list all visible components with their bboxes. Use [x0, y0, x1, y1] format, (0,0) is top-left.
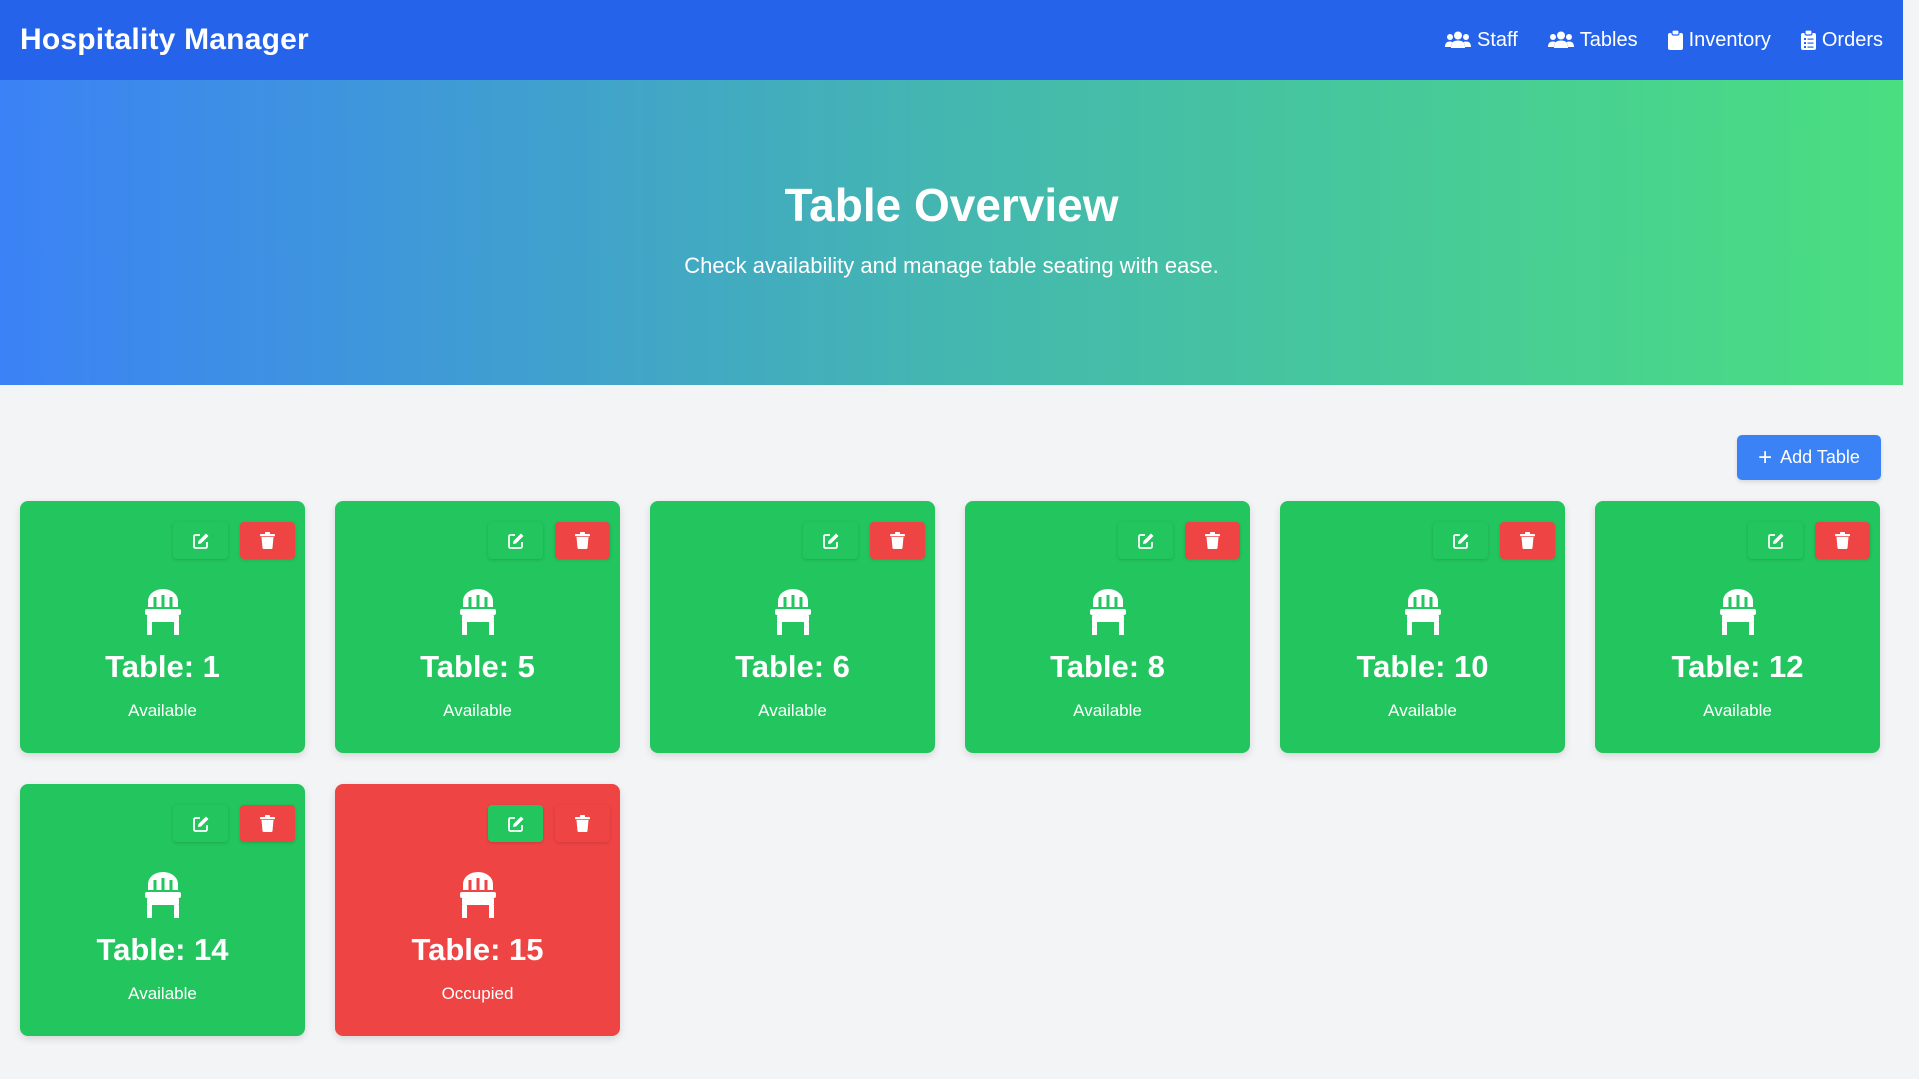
- table-status: Available: [1073, 701, 1142, 720]
- nav-item-orders[interactable]: Orders: [1800, 28, 1883, 52]
- table-name: Table: 1: [105, 649, 220, 684]
- delete-table-button[interactable]: [240, 805, 295, 842]
- edit-table-button[interactable]: [488, 805, 543, 842]
- table-card[interactable]: Table: 5 Available: [335, 501, 620, 753]
- edit-table-button[interactable]: [1748, 522, 1803, 559]
- chair-icon: [20, 872, 305, 918]
- card-actions: [476, 805, 610, 842]
- delete-table-button[interactable]: [1500, 522, 1555, 559]
- table-status: Available: [128, 984, 197, 1003]
- nav-label-orders: Orders: [1821, 28, 1883, 51]
- edit-table-button[interactable]: [173, 805, 228, 842]
- edit-table-button[interactable]: [488, 522, 543, 559]
- delete-table-button[interactable]: [1185, 522, 1240, 559]
- trash-icon: [1835, 532, 1850, 549]
- table-name: Table: 6: [735, 649, 850, 684]
- edit-table-button[interactable]: [803, 522, 858, 559]
- trash-icon: [260, 815, 275, 832]
- delete-table-button[interactable]: [240, 522, 295, 559]
- card-actions: [476, 522, 610, 559]
- edit-icon: [507, 815, 525, 833]
- table-card[interactable]: Table: 6 Available: [650, 501, 935, 753]
- table-status: Occupied: [441, 984, 514, 1003]
- delete-table-button[interactable]: [555, 805, 610, 842]
- table-card[interactable]: Table: 1 Available: [20, 501, 305, 753]
- add-table-label: Add Table: [1780, 447, 1860, 467]
- table-name: Table: 5: [420, 649, 535, 684]
- plus-icon: +: [1758, 443, 1773, 471]
- edit-table-button[interactable]: [173, 522, 228, 559]
- hero-banner: Table Overview Check availability and ma…: [0, 80, 1903, 385]
- table-name: Table: 10: [1356, 649, 1489, 684]
- card-actions: [1421, 522, 1555, 559]
- trash-icon: [1205, 532, 1220, 549]
- clipboard-list-icon: [1800, 30, 1816, 50]
- delete-table-button[interactable]: [1815, 522, 1870, 559]
- table-status: Available: [128, 701, 197, 720]
- table-name: Table: 8: [1050, 649, 1165, 684]
- add-table-button[interactable]: + Add Table: [1737, 435, 1881, 480]
- page-subtitle: Check availability and manage table seat…: [684, 253, 1219, 278]
- nav-item-inventory[interactable]: Inventory: [1667, 28, 1771, 52]
- edit-icon: [1137, 532, 1155, 550]
- main-nav: Staff Tables Inventory Orders: [1415, 29, 1883, 52]
- table-status: Available: [443, 701, 512, 720]
- edit-icon: [1452, 532, 1470, 550]
- page: Hospitality Manager Staff Tables Invento…: [0, 0, 1903, 1079]
- table-status: Available: [1703, 701, 1772, 720]
- users-icon: [1445, 31, 1472, 48]
- table-card[interactable]: Table: 12 Available: [1595, 501, 1880, 753]
- table-card[interactable]: Table: 8 Available: [965, 501, 1250, 753]
- navbar: Hospitality Manager Staff Tables Invento…: [0, 0, 1903, 80]
- edit-icon: [1767, 532, 1785, 550]
- chair-icon: [1280, 589, 1565, 635]
- trash-icon: [890, 532, 905, 549]
- edit-table-button[interactable]: [1433, 522, 1488, 559]
- trash-icon: [575, 815, 590, 832]
- chair-icon: [650, 589, 935, 635]
- table-name: Table: 15: [411, 932, 544, 967]
- table-card[interactable]: Table: 14 Available: [20, 784, 305, 1036]
- users-icon: [1547, 31, 1574, 48]
- delete-table-button[interactable]: [555, 522, 610, 559]
- table-card[interactable]: Table: 15 Occupied: [335, 784, 620, 1036]
- edit-icon: [192, 532, 210, 550]
- nav-item-staff[interactable]: Staff: [1445, 29, 1518, 52]
- brand-title[interactable]: Hospitality Manager: [20, 23, 309, 57]
- table-status: Available: [758, 701, 827, 720]
- nav-label-tables: Tables: [1579, 28, 1638, 51]
- table-card[interactable]: Table: 10 Available: [1280, 501, 1565, 753]
- chair-icon: [335, 589, 620, 635]
- chair-icon: [20, 589, 305, 635]
- edit-icon: [822, 532, 840, 550]
- nav-label-staff: Staff: [1477, 28, 1518, 51]
- trash-icon: [260, 532, 275, 549]
- card-actions: [791, 522, 925, 559]
- table-name: Table: 12: [1671, 649, 1804, 684]
- card-actions: [161, 805, 295, 842]
- edit-table-button[interactable]: [1118, 522, 1173, 559]
- chair-icon: [335, 872, 620, 918]
- card-actions: [1736, 522, 1870, 559]
- chair-icon: [1595, 589, 1880, 635]
- table-name: Table: 14: [96, 932, 229, 967]
- clipboard-icon: [1667, 30, 1683, 50]
- card-actions: [161, 522, 295, 559]
- card-actions: [1106, 522, 1240, 559]
- chair-icon: [965, 589, 1250, 635]
- trash-icon: [1520, 532, 1535, 549]
- edit-icon: [507, 532, 525, 550]
- trash-icon: [575, 532, 590, 549]
- table-status: Available: [1388, 701, 1457, 720]
- edit-icon: [192, 815, 210, 833]
- nav-label-inventory: Inventory: [1688, 28, 1771, 51]
- page-title: Table Overview: [784, 179, 1119, 231]
- nav-item-tables[interactable]: Tables: [1547, 28, 1638, 52]
- delete-table-button[interactable]: [870, 522, 925, 559]
